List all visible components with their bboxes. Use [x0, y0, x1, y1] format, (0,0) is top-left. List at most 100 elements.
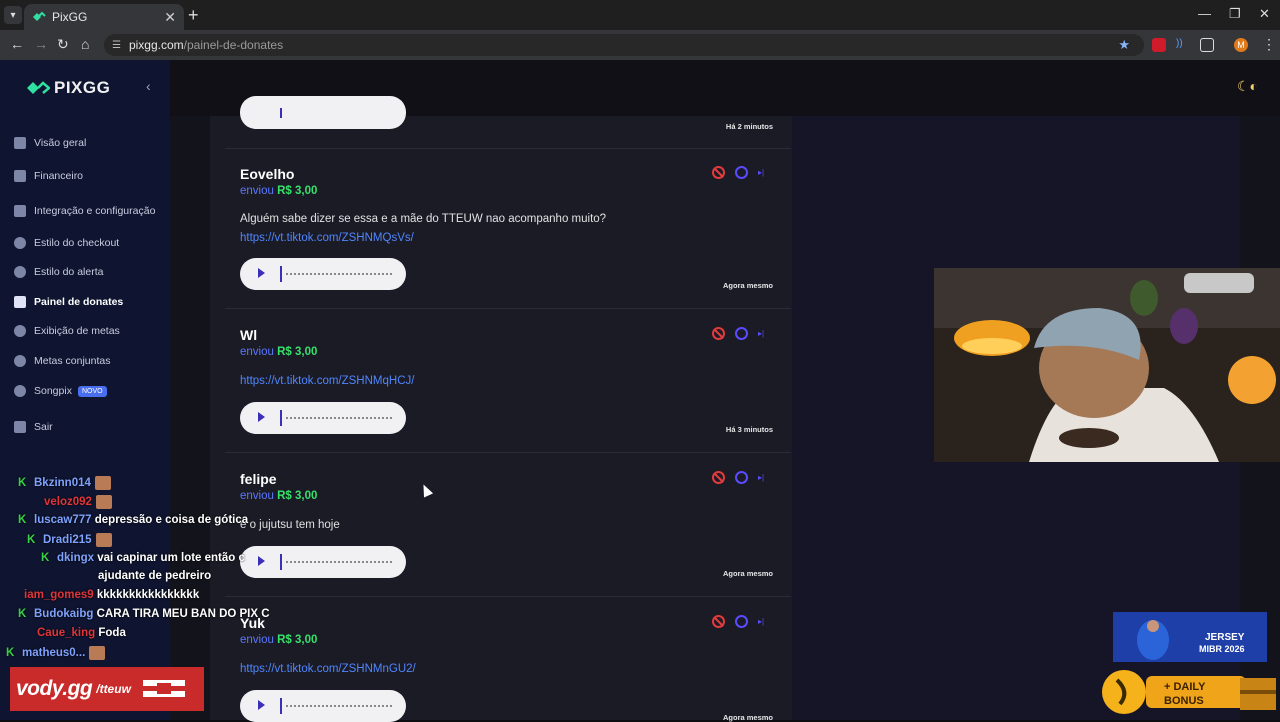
vody-logo: vody.gg: [16, 677, 93, 700]
site-info-icon[interactable]: ☰: [112, 40, 121, 51]
donation-link[interactable]: https://vt.tiktok.com/ZSHNMQsVs/: [240, 232, 414, 244]
restore-icon[interactable]: ❐: [1229, 6, 1241, 22]
audio-player[interactable]: [240, 546, 406, 578]
audio-player[interactable]: [240, 258, 406, 290]
skip-icon[interactable]: ▸|: [758, 615, 771, 628]
play-icon[interactable]: [258, 556, 265, 566]
sidebar-item-visao-geral[interactable]: Visão geral: [14, 132, 164, 154]
sidebar-item-label: Metas conjuntas: [34, 355, 111, 367]
sent-label: enviou: [240, 490, 274, 502]
back-icon[interactable]: ←: [10, 36, 24, 52]
palette-icon: [14, 266, 26, 278]
audio-player[interactable]: [240, 690, 406, 722]
extension-audio-icon[interactable]: )): [1176, 38, 1190, 52]
emote-icon: [95, 495, 112, 509]
chat-message: ajudante de pedreiro: [98, 570, 212, 582]
bonus-text-2: BONUS: [1164, 695, 1204, 707]
sidebar: PIXGG ‹ Visão geral Financeiro Integraçã…: [0, 60, 170, 720]
chat-username: veloz092: [44, 496, 92, 509]
chat-line: K Budokaibg CARA TIRA MEU BAN DO PIX C: [18, 608, 270, 620]
kick-badge-icon: K: [41, 552, 50, 564]
minimize-icon[interactable]: —: [1198, 6, 1211, 21]
profile-avatar[interactable]: M: [1234, 38, 1248, 52]
waveform: [286, 417, 392, 419]
donation-card: Wl enviou R$ 3,00 https://vt.tiktok.com/…: [225, 309, 791, 453]
url-host: pixgg.com: [128, 38, 184, 52]
reload-icon[interactable]: ↻: [57, 36, 69, 53]
pixgg-logo[interactable]: PIXGG: [26, 78, 110, 98]
bookmark-star-icon[interactable]: ★: [1118, 37, 1130, 53]
chat-username: iam_gomes9: [24, 589, 94, 601]
kick-badge-icon: K: [6, 647, 15, 660]
browser-tab[interactable]: PixGG ✕: [24, 4, 184, 30]
donation-link[interactable]: https://vt.tiktok.com/ZSHNMqHCJ/: [240, 375, 414, 387]
block-icon[interactable]: [712, 615, 725, 628]
sidebar-item-label: Estilo do checkout: [34, 237, 120, 249]
audio-player[interactable]: [240, 402, 406, 434]
webcam-feed: [934, 268, 1280, 462]
forward-icon[interactable]: →: [34, 36, 48, 52]
donation-amount: R$ 3,00: [277, 634, 318, 646]
window-close-icon[interactable]: ✕: [1259, 6, 1270, 22]
sidebar-item-estilo-checkout[interactable]: Estilo do checkout: [14, 232, 164, 254]
audio-progress-cursor: [280, 698, 282, 714]
play-icon[interactable]: [258, 268, 265, 278]
daily-bonus-image: + DAILY BONUS: [1102, 670, 1276, 714]
tab-search-icon[interactable]: ▾: [4, 6, 22, 24]
sidebar-item-label: Painel de donates: [34, 296, 124, 308]
chat-line: Caue_king Foda: [37, 627, 126, 639]
skip-icon[interactable]: ▸|: [758, 471, 771, 484]
home-icon[interactable]: ⌂: [81, 36, 89, 52]
sidebar-item-metas-conjuntas[interactable]: Metas conjuntas: [14, 350, 164, 372]
play-icon[interactable]: [258, 412, 265, 422]
replay-icon[interactable]: [735, 615, 748, 628]
chat-line: K Dradi215: [27, 533, 112, 547]
sidebar-item-label: Financeiro: [34, 170, 84, 182]
close-tab-icon[interactable]: ✕: [164, 9, 176, 26]
replay-icon[interactable]: [735, 166, 748, 179]
sidebar-item-sair[interactable]: Sair: [14, 416, 164, 438]
chat-username: Budokaibg: [34, 608, 94, 620]
extension-record-icon[interactable]: [1152, 38, 1166, 52]
donation-actions: ▸|: [712, 471, 771, 484]
replay-icon[interactable]: [735, 471, 748, 484]
audio-player[interactable]: [240, 96, 406, 129]
emote-icon: [94, 476, 111, 490]
sidebar-item-label: Songpix: [34, 385, 72, 397]
music-icon: [14, 385, 26, 397]
donation-link[interactable]: https://vt.tiktok.com/ZSHNMnGU2/: [240, 663, 416, 675]
wallet-icon: [14, 170, 26, 182]
extensions-puzzle-icon[interactable]: [1200, 38, 1214, 52]
replay-icon[interactable]: [735, 327, 748, 340]
collapse-sidebar-icon[interactable]: ‹: [146, 78, 151, 94]
sidebar-item-painel-donates[interactable]: Painel de donates: [14, 291, 164, 313]
star-icon: [14, 325, 26, 337]
vody-banner: vody.gg /tteuw: [10, 667, 204, 711]
chat-username: Bkzinn014: [34, 477, 91, 490]
new-tab-icon[interactable]: +: [188, 5, 199, 26]
skip-icon[interactable]: ▸|: [758, 327, 771, 340]
block-icon[interactable]: [712, 327, 725, 340]
block-icon[interactable]: [712, 471, 725, 484]
chat-line: iam_gomes9 kkkkkkkkkkkkkkkk: [24, 589, 199, 601]
waveform: [286, 705, 392, 707]
donation-time: Há 3 minutos: [725, 425, 773, 434]
sidebar-item-integracao[interactable]: Integração e configuração: [14, 200, 164, 222]
sidebar-item-songpix[interactable]: Songpix NOVO: [14, 380, 164, 402]
skip-icon[interactable]: ▸|: [758, 166, 771, 179]
browser-menu-icon[interactable]: ⋮: [1262, 36, 1276, 53]
donation-amount: R$ 3,00: [277, 346, 318, 358]
donation-message: Alguém sabe dizer se essa e a mãe do TTE…: [240, 213, 607, 225]
sidebar-item-estilo-alerta[interactable]: Estilo do alerta: [14, 261, 164, 283]
sidebar-item-financeiro[interactable]: Financeiro: [14, 165, 164, 187]
donation-actions: ▸|: [712, 615, 771, 628]
donation-time: Agora mesmo: [722, 281, 773, 290]
play-icon[interactable]: [258, 700, 265, 710]
theme-toggle-moon-icon[interactable]: ☾◐: [1237, 78, 1258, 95]
address-bar[interactable]: ☰ pixgg.com/painel-de-donates ★: [104, 34, 1144, 56]
sidebar-item-exibicao-metas[interactable]: Exibição de metas: [14, 320, 164, 342]
donation-actions: ▸|: [712, 327, 771, 340]
donation-actions: ▸|: [712, 166, 771, 179]
donation-card: felipe enviou R$ 3,00 e o jujutsu tem ho…: [225, 453, 791, 597]
block-icon[interactable]: [712, 166, 725, 179]
